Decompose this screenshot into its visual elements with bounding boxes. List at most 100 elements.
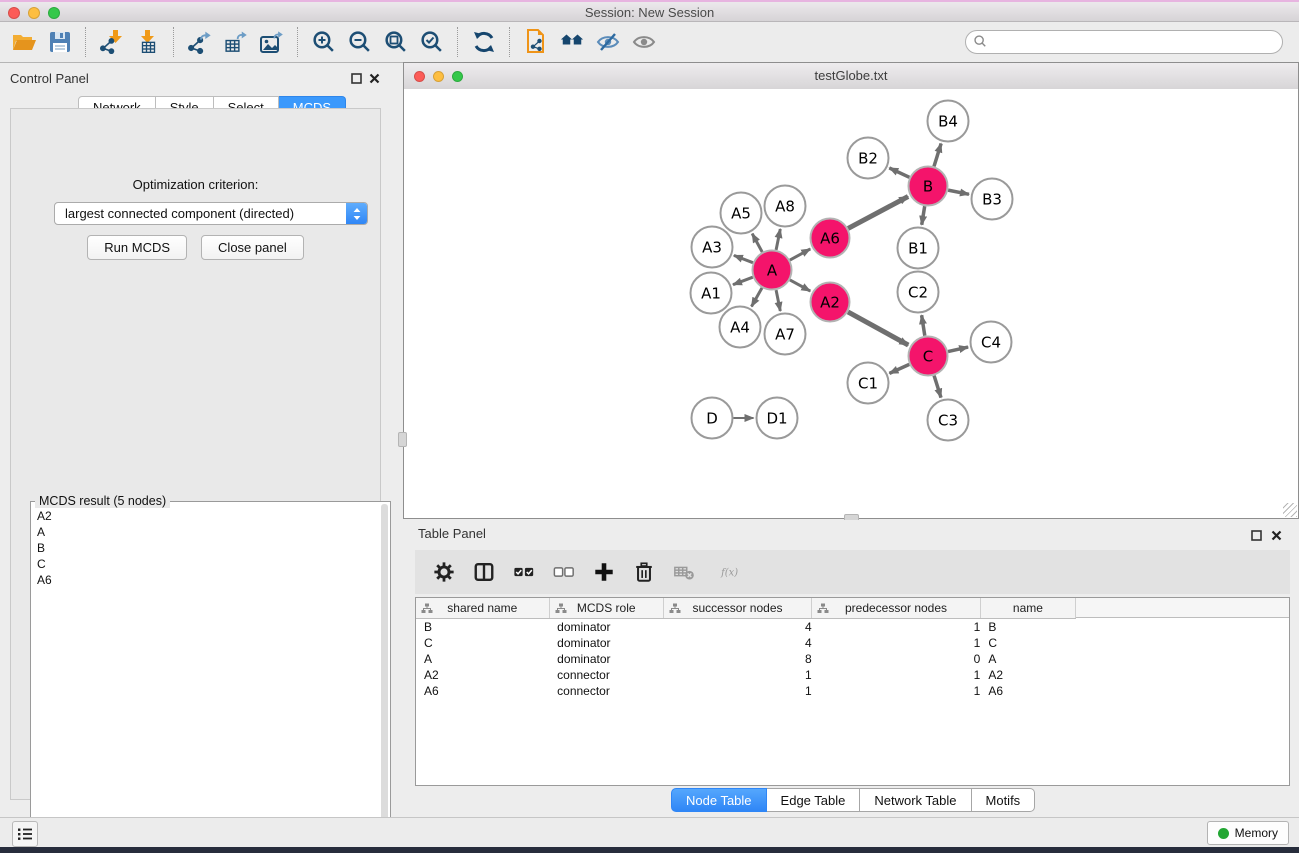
graph-edge-B-B2[interactable]	[889, 168, 909, 177]
mcds-result-item[interactable]: A2	[33, 508, 380, 524]
table-row[interactable]: A6connector 11 A6	[416, 683, 1076, 699]
hierarchy-icon	[421, 603, 433, 614]
zoom-fit-button[interactable]	[378, 25, 414, 59]
svg-text:f(x): f(x)	[720, 567, 738, 578]
optimization-criterion-label: Optimization criterion:	[11, 177, 380, 192]
criterion-select[interactable]: largest connected component (directed)	[54, 202, 368, 225]
open-session-button[interactable]	[6, 25, 42, 59]
select-all-button[interactable]	[511, 559, 537, 585]
plus-icon	[593, 561, 615, 583]
export-network-icon	[187, 29, 213, 55]
mcds-result-item[interactable]: C	[33, 556, 380, 572]
column-header-shared-name[interactable]: shared name	[416, 598, 549, 619]
graph-edge-B-B3[interactable]	[948, 190, 969, 194]
graph-node-label-C3: C3	[938, 411, 958, 429]
show-view-button[interactable]	[626, 25, 662, 59]
tab-edge-table[interactable]: Edge Table	[767, 788, 861, 812]
graph-edge-B-B4[interactable]	[934, 144, 941, 167]
close-panel-button-mcds[interactable]: Close panel	[201, 235, 304, 260]
graph-edge-A-A4[interactable]	[752, 288, 763, 307]
table-close-panel-button[interactable]	[1270, 529, 1283, 542]
close-panel-button[interactable]	[368, 72, 381, 85]
splitter-grip-left[interactable]	[398, 432, 407, 447]
table-settings-button[interactable]	[431, 559, 457, 585]
mcds-result-item[interactable]: A	[33, 524, 380, 540]
table-row[interactable]: A2connector 11 A2	[416, 667, 1076, 683]
graph-edge-A2-C[interactable]	[848, 312, 908, 345]
graph-edge-A-A5[interactable]	[752, 234, 762, 252]
network-canvas[interactable]: AA1A2A3A4A5A6A7A8BB1B2B3B4CC1C2C3C4DD1	[404, 89, 1298, 518]
zoom-out-button[interactable]	[342, 25, 378, 59]
graph-edge-A-A8[interactable]	[776, 229, 780, 250]
memory-button[interactable]: Memory	[1207, 821, 1289, 845]
add-column-button[interactable]	[591, 559, 617, 585]
home-button[interactable]	[554, 25, 590, 59]
graph-edge-B-B1[interactable]	[922, 206, 925, 225]
graph-edge-A-A3[interactable]	[734, 255, 753, 262]
save-session-button[interactable]	[42, 25, 78, 59]
hide-view-button[interactable]	[590, 25, 626, 59]
graph-edge-A-A1[interactable]	[733, 277, 753, 285]
fx-icon: f(x)	[720, 561, 742, 583]
memory-status-dot	[1218, 828, 1229, 839]
graph-edge-A-A7[interactable]	[776, 290, 780, 311]
mcds-result-list: A2 A B C A6	[33, 508, 380, 841]
tab-network-table[interactable]: Network Table	[860, 788, 971, 812]
graph-node-label-A5: A5	[731, 204, 751, 222]
graph-edge-A6-B[interactable]	[848, 197, 908, 229]
zoom-in-icon	[311, 29, 337, 55]
tab-node-table[interactable]: Node Table	[671, 788, 767, 812]
column-header-name[interactable]: name	[980, 598, 1075, 619]
mcds-result-item[interactable]: A6	[33, 572, 380, 588]
window-resize-grip[interactable]	[1283, 503, 1297, 517]
toolbar-separator	[457, 27, 459, 57]
run-mcds-button[interactable]: Run MCDS	[87, 235, 187, 260]
task-history-button[interactable]	[12, 821, 38, 847]
zoom-selected-button[interactable]	[414, 25, 450, 59]
graph-node-label-A3: A3	[702, 238, 722, 256]
column-label: successor nodes	[692, 601, 782, 615]
graph-edge-C-C2[interactable]	[922, 315, 925, 336]
table-panel: Table Panel	[403, 520, 1299, 817]
column-header-mcds-role[interactable]: MCDS role	[549, 598, 663, 619]
graph-edge-C-C1[interactable]	[889, 364, 909, 373]
tab-motifs[interactable]: Motifs	[972, 788, 1036, 812]
network-view-window: testGlobe.txt AA1A2A3A4A5A6A7A8BB1B2B3B4…	[403, 62, 1299, 519]
graph-node-label-B2: B2	[858, 149, 878, 167]
table-type-tabs: Node Table Edge Table Network Table Moti…	[671, 788, 1035, 812]
table-row[interactable]: Bdominator 41 B	[416, 619, 1076, 636]
table-row[interactable]: Cdominator 41 C	[416, 635, 1076, 651]
result-scrollbar[interactable]	[381, 504, 388, 841]
column-header-successor-nodes[interactable]: successor nodes	[663, 598, 811, 619]
column-header-predecessor-nodes[interactable]: predecessor nodes	[812, 598, 981, 619]
zoom-in-button[interactable]	[306, 25, 342, 59]
mcds-result-item[interactable]: B	[33, 540, 380, 556]
status-bar: Memory	[0, 817, 1299, 847]
document-network-icon	[523, 29, 549, 55]
graph-node-label-A2: A2	[820, 293, 840, 311]
graph-node-label-D1: D1	[766, 409, 787, 427]
graph-edge-A-A2[interactable]	[790, 280, 810, 291]
export-table-button[interactable]	[218, 25, 254, 59]
control-panel-title: Control Panel	[10, 71, 89, 86]
function-builder-button[interactable]: f(x)	[711, 559, 751, 585]
graph-node-label-A7: A7	[775, 325, 795, 343]
delete-table-button[interactable]	[671, 559, 697, 585]
network-from-document-button[interactable]	[518, 25, 554, 59]
toggle-column-panel-button[interactable]	[471, 559, 497, 585]
graph-edge-C-C3[interactable]	[934, 376, 941, 398]
graph-edge-C-C4[interactable]	[948, 347, 968, 352]
delete-column-button[interactable]	[631, 559, 657, 585]
import-network-button[interactable]	[94, 25, 130, 59]
float-panel-button[interactable]	[350, 72, 363, 85]
table-float-panel-button[interactable]	[1250, 529, 1263, 542]
export-image-button[interactable]	[254, 25, 290, 59]
refresh-button[interactable]	[466, 25, 502, 59]
deselect-all-button[interactable]	[551, 559, 577, 585]
graph-edge-A-A6[interactable]	[790, 249, 810, 260]
import-table-button[interactable]	[130, 25, 166, 59]
export-network-button[interactable]	[182, 25, 218, 59]
search-input[interactable]	[965, 30, 1283, 54]
checked-boxes-icon	[513, 561, 535, 583]
table-row[interactable]: Adominator 80 A	[416, 651, 1076, 667]
